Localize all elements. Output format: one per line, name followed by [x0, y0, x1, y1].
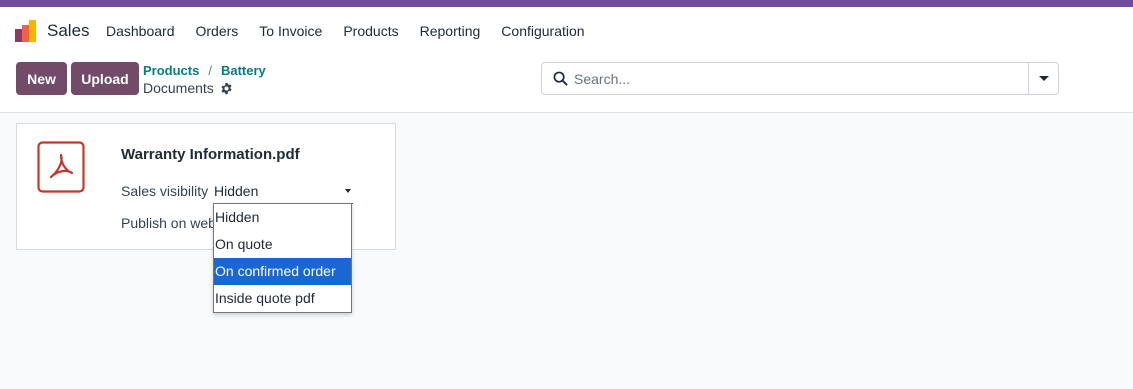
sales-visibility-dropdown: Hidden On quote On confirmed order Insid… — [213, 203, 352, 313]
option-hidden[interactable]: Hidden — [214, 204, 351, 231]
breadcrumb: Products / Battery — [143, 63, 266, 78]
chevron-down-icon — [1038, 76, 1049, 81]
menu-item-to-invoice[interactable]: To Invoice — [259, 23, 322, 39]
menu-item-products[interactable]: Products — [343, 23, 398, 39]
control-panel: New Upload Products / Battery Documents — [0, 56, 1133, 113]
search-icon — [553, 71, 568, 86]
menu-item-reporting[interactable]: Reporting — [420, 23, 481, 39]
page-title-text: Documents — [143, 80, 214, 96]
sales-logo-icon[interactable] — [15, 20, 37, 42]
menu-item-orders[interactable]: Orders — [196, 23, 239, 39]
pdf-icon — [37, 141, 85, 193]
new-button[interactable]: New — [16, 62, 67, 95]
breadcrumb-products[interactable]: Products — [143, 63, 199, 78]
menu-item-dashboard[interactable]: Dashboard — [106, 23, 175, 39]
option-on-quote[interactable]: On quote — [214, 231, 351, 258]
brand-stripe — [0, 0, 1133, 7]
sales-visibility-select[interactable]: Hidden — [214, 183, 353, 204]
upload-button[interactable]: Upload — [71, 62, 139, 95]
document-name: Warranty Information.pdf — [121, 146, 300, 163]
gear-icon[interactable] — [220, 82, 233, 95]
sales-visibility-value: Hidden — [214, 183, 259, 199]
top-navbar: Sales Dashboard Orders To Invoice Produc… — [0, 7, 1133, 56]
sales-visibility-label: Sales visibility — [121, 183, 209, 199]
app-name[interactable]: Sales — [47, 21, 90, 41]
menu-item-configuration[interactable]: Configuration — [501, 23, 584, 39]
breadcrumb-separator: / — [208, 63, 212, 78]
search-options-toggle[interactable] — [1028, 63, 1058, 94]
main-menu: Dashboard Orders To Invoice Products Rep… — [106, 23, 606, 39]
breadcrumb-battery[interactable]: Battery — [221, 63, 266, 78]
search-bar — [541, 62, 1059, 95]
option-inside-quote-pdf[interactable]: Inside quote pdf — [214, 285, 351, 312]
option-on-confirmed-order[interactable]: On confirmed order — [214, 258, 351, 285]
page-title: Documents — [143, 80, 233, 96]
chevron-down-icon — [345, 189, 351, 193]
search-input[interactable] — [574, 69, 1024, 89]
